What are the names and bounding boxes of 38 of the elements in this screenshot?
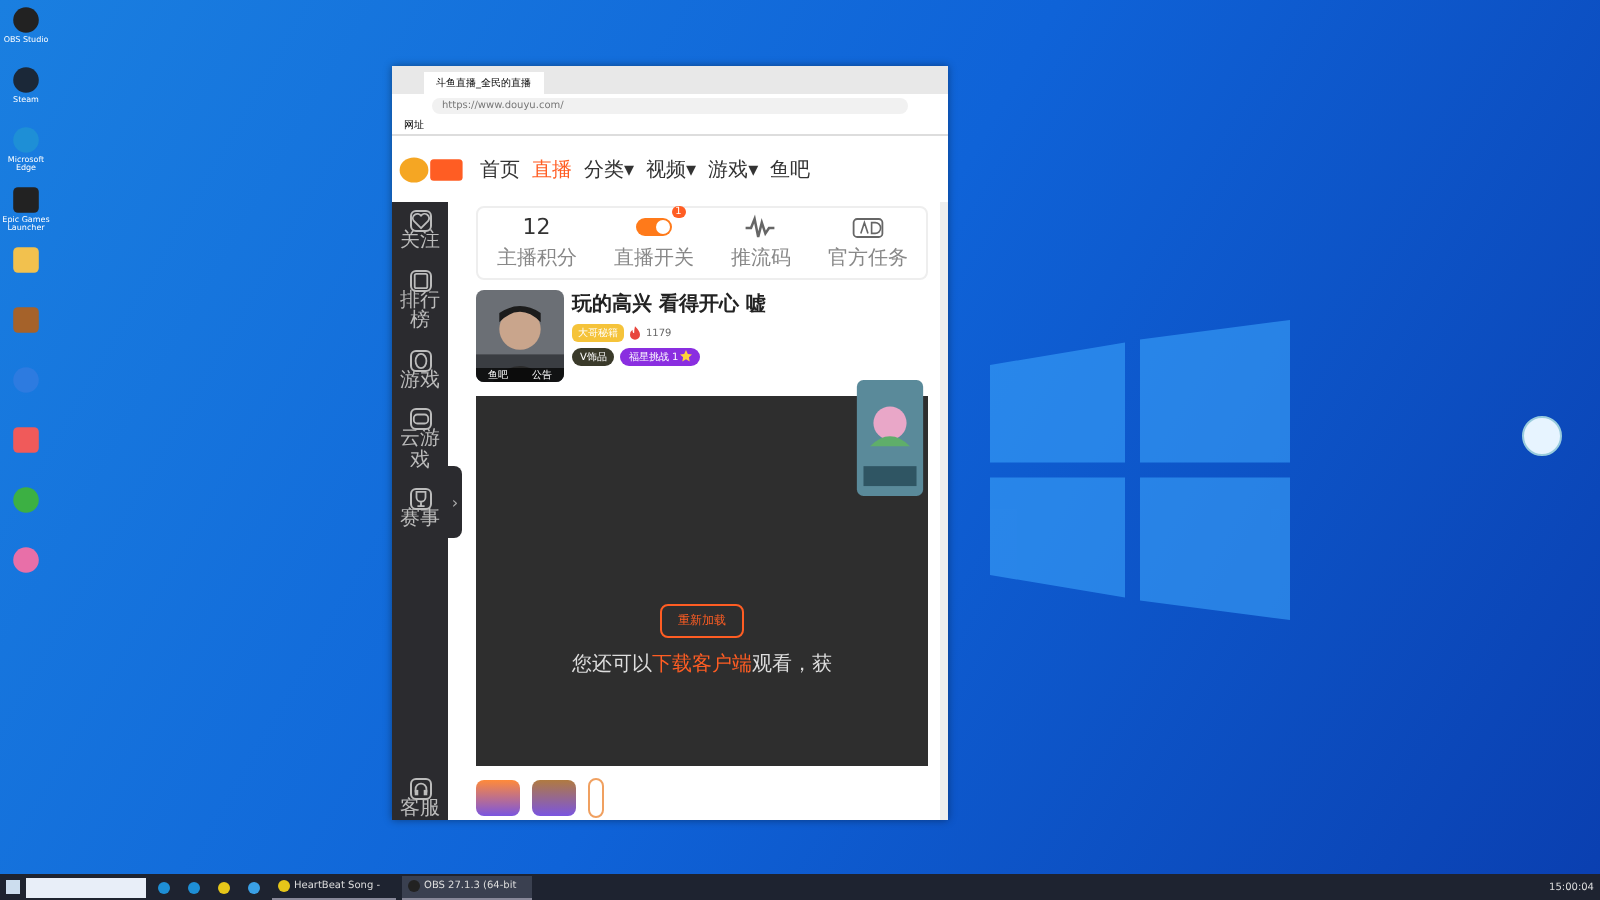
expand-handle[interactable]: ›	[448, 466, 462, 538]
sidebar-item[interactable]: 关注	[392, 210, 448, 253]
download-message: 您还可以下载客户端观看，获	[572, 651, 832, 678]
sidebar-item[interactable]: 客服	[392, 777, 448, 820]
start-icon[interactable]	[6, 880, 20, 894]
star-icon	[680, 350, 693, 362]
lotus-promo-drawing[interactable]	[852, 380, 928, 496]
heart-icon	[409, 210, 431, 232]
rank-icon	[409, 269, 431, 291]
sidebar-item[interactable]: 云游戏	[392, 408, 448, 472]
waveform-icon[interactable]	[742, 214, 779, 242]
sidebar-item[interactable]: 游戏	[392, 349, 448, 392]
live-toggle[interactable]	[635, 218, 672, 236]
sidebar-item[interactable]: 赛事	[392, 488, 448, 531]
room-title: 玩的高兴 看得开心 嘘	[572, 290, 768, 318]
nav-tab[interactable]: 分类▾	[584, 155, 635, 183]
stat-label: 主播积分	[496, 245, 577, 272]
nav-tab[interactable]: 游戏▾	[708, 155, 759, 183]
gift-icon[interactable]	[532, 780, 576, 816]
gift-icon[interactable]	[476, 780, 520, 816]
ad-icon[interactable]	[849, 214, 886, 242]
search-field[interactable]	[26, 877, 146, 897]
stat-label: 推流码	[730, 245, 791, 272]
stat-label: 官方任务	[827, 245, 908, 272]
stat-label: 直播开关	[613, 245, 694, 272]
nav-tab[interactable]: 视频▾	[646, 155, 697, 183]
flame-icon	[630, 326, 640, 340]
trophy-icon	[409, 488, 431, 510]
nav-tab[interactable]: 鱼吧	[770, 155, 811, 183]
headset-icon	[409, 777, 431, 799]
score-value: 12	[522, 214, 551, 242]
floating-assistant-icon[interactable]	[1522, 416, 1562, 456]
download-link[interactable]: 下载客户端	[652, 654, 752, 676]
sidebar-item[interactable]: 排行榜	[392, 269, 448, 333]
nav-tab[interactable]: 首页	[480, 155, 520, 183]
gift-icon[interactable]	[588, 778, 604, 818]
pad-icon	[409, 408, 431, 430]
folder-icon[interactable]	[10, 244, 42, 276]
